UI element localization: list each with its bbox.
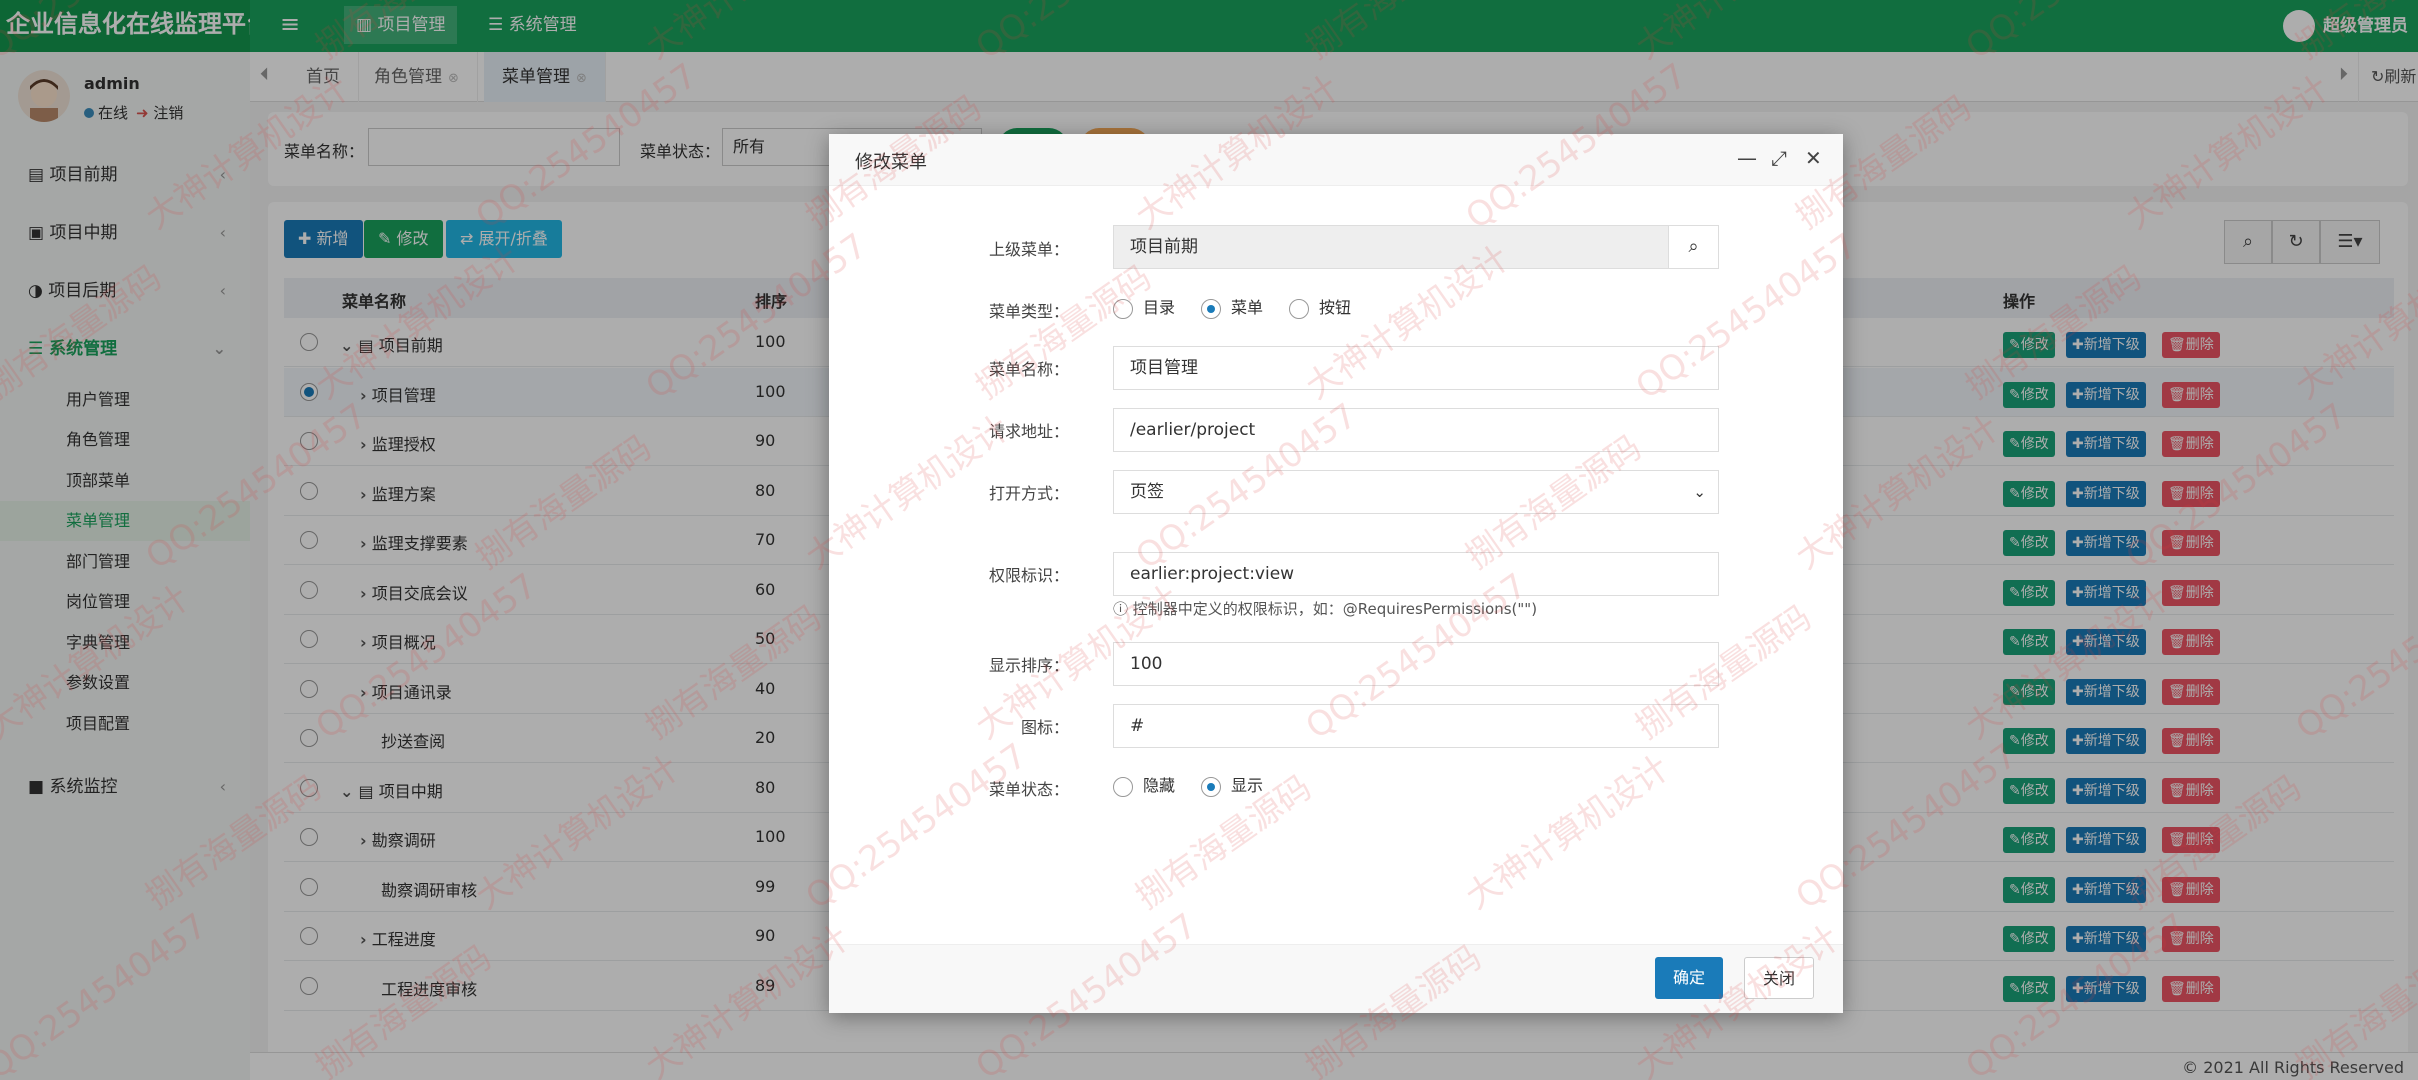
type-directory-radio[interactable]: 目录 [1113,293,1175,323]
search-icon[interactable]: ⌕ [1668,226,1718,268]
visible-radio[interactable]: 显示 [1201,771,1263,801]
order-label: 显示排序： [988,656,1069,675]
type-label: 菜单类型： [988,302,1069,321]
dialog-title: 修改菜单 [855,152,927,173]
icon-input[interactable]: # [1113,704,1719,748]
type-button-radio[interactable]: 按钮 [1289,293,1351,323]
close-button[interactable]: 关闭 [1744,957,1815,999]
hidden-radio[interactable]: 隐藏 [1113,771,1175,801]
perms-hint: ⓘ 控制器中定义的权限标识，如：@RequiresPermissions("") [1113,600,1538,618]
type-menu-radio[interactable]: 菜单 [1201,293,1263,323]
close-icon[interactable]: ✕ [1805,146,1822,170]
visible-label: 菜单状态： [988,780,1069,799]
parent-menu-input[interactable]: 项目前期 ⌕ [1113,225,1719,269]
perms-input[interactable]: earlier:project:view [1113,552,1719,596]
parent-label: 上级菜单： [988,240,1069,259]
dialog-footer: 确定 关闭 [829,944,1843,1013]
name-label: 菜单名称： [988,360,1069,379]
info-icon: ⓘ [1113,600,1133,618]
edit-menu-dialog: 修改菜单 — ⤢ ✕ 上级菜单： 项目前期 ⌕ 菜单类型： 目录 菜单 按钮 菜单… [829,134,1843,1013]
perms-label: 权限标识： [988,566,1069,585]
target-label: 打开方式： [988,484,1069,503]
icon-label: 图标： [1020,718,1069,737]
chevron-down-icon: ⌄ [1693,483,1706,501]
menu-name-input[interactable]: 项目管理 [1113,346,1719,390]
minimize-icon[interactable]: — [1737,146,1757,170]
dialog-header: 修改菜单 — ⤢ ✕ [829,134,1843,186]
order-input[interactable]: 100 [1113,642,1719,686]
open-mode-select[interactable]: 页签 ⌄ [1113,470,1719,514]
url-label: 请求地址： [988,422,1069,441]
request-url-input[interactable]: /earlier/project [1113,408,1719,452]
confirm-button[interactable]: 确定 [1655,957,1724,999]
maximize-icon[interactable]: ⤢ [1771,146,1787,170]
